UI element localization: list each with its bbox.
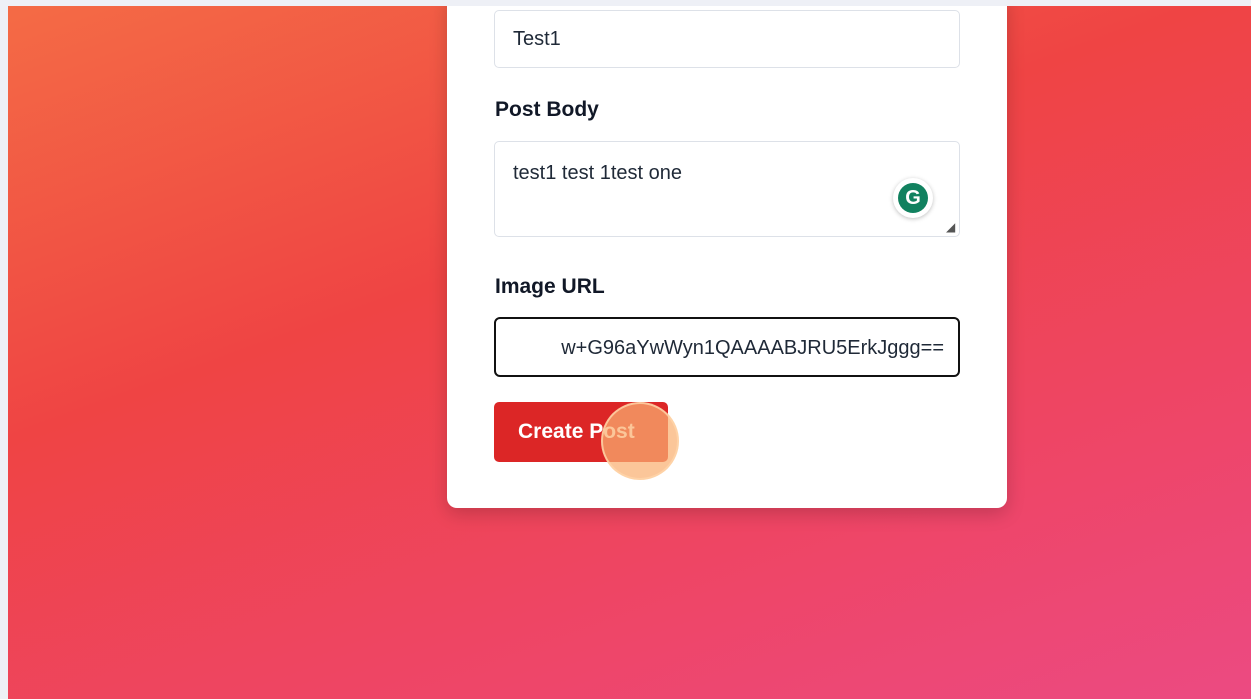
post-body-textarea[interactable]: test1 test 1test one <box>494 141 960 237</box>
grammarly-logo: G <box>898 183 928 213</box>
post-title-input[interactable] <box>494 10 960 68</box>
image-url-label: Image URL <box>495 275 605 298</box>
page-background: Post Body test1 test 1test one G ◢ Image… <box>8 6 1251 699</box>
image-url-input[interactable]: w+G96aYwWyn1QAAAABJRU5ErkJggg== <box>494 317 960 377</box>
grammarly-icon[interactable]: G <box>893 178 933 218</box>
create-post-form-card: Post Body test1 test 1test one G ◢ Image… <box>447 6 1007 508</box>
resize-handle-icon[interactable]: ◢ <box>946 221 958 233</box>
image-url-value: w+G96aYwWyn1QAAAABJRU5ErkJggg== <box>561 337 944 359</box>
post-body-label: Post Body <box>495 98 599 121</box>
create-post-button[interactable]: Create Post <box>494 402 668 462</box>
